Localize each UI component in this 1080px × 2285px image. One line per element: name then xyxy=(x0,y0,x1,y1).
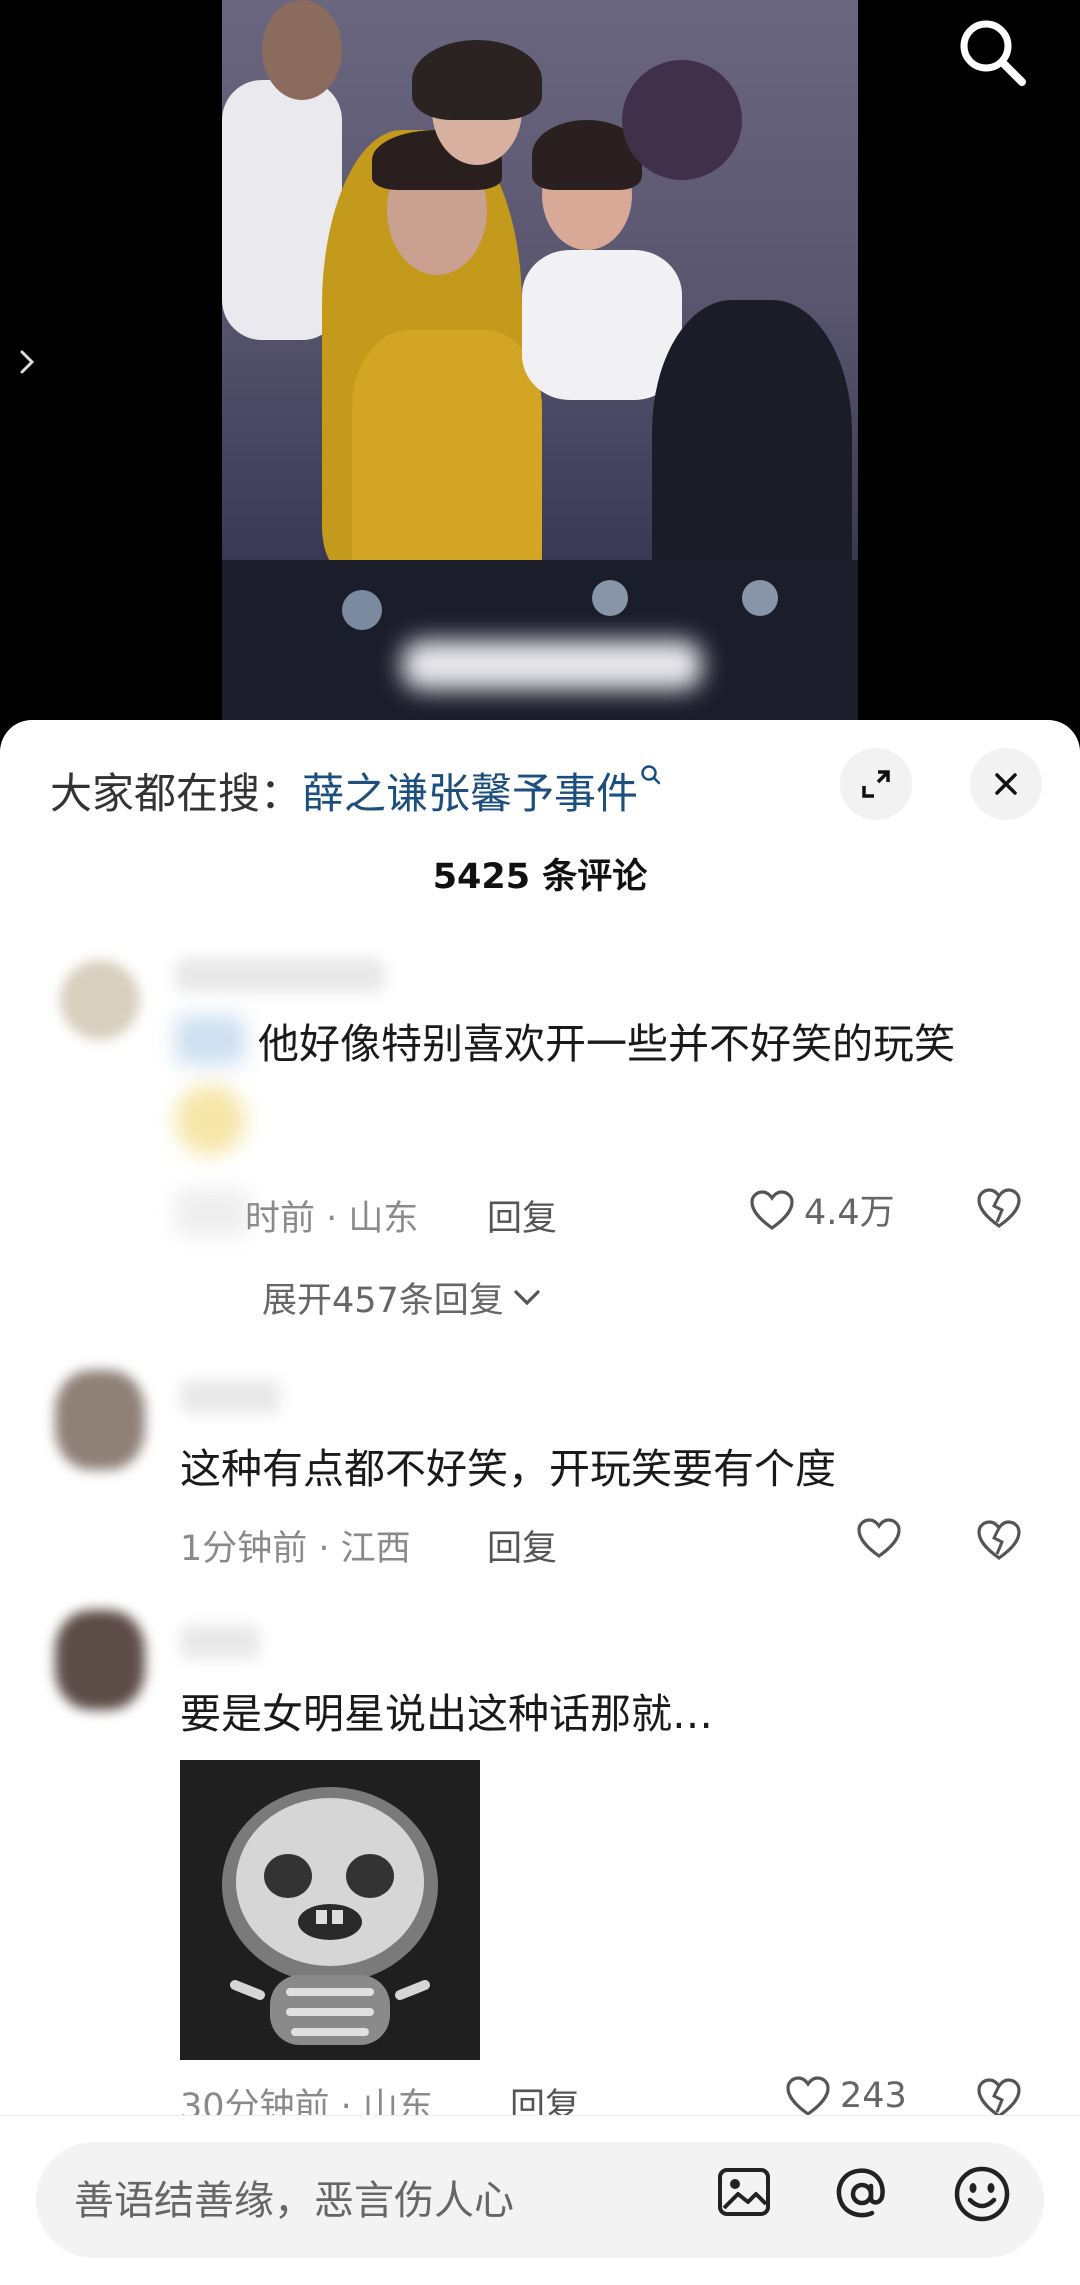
heart-icon xyxy=(857,1518,901,1558)
comment-text: 这种有点都不好笑，开玩笑要有个度 xyxy=(180,1445,836,1493)
avatar[interactable] xyxy=(55,1370,145,1470)
like-count: 4.4万 xyxy=(804,1193,895,1233)
close-icon xyxy=(995,773,1017,795)
video-player[interactable] xyxy=(0,0,1080,730)
comment-meta: 1分钟前 · 江西 xyxy=(180,1529,411,1569)
broken-heart-icon[interactable] xyxy=(975,1518,1023,1562)
heart-icon xyxy=(786,2076,830,2116)
hot-search-bar[interactable]: 大家都在搜：薛之谦张馨予事件 xyxy=(50,760,662,821)
broken-heart-icon[interactable] xyxy=(975,2076,1023,2120)
like-count: 243 xyxy=(840,2076,907,2116)
like-button[interactable]: 4.4万 xyxy=(748,1184,895,1235)
username[interactable] xyxy=(180,1380,280,1414)
badge xyxy=(175,1015,245,1065)
comment-meta: 时前 · 山东 xyxy=(245,1199,419,1239)
emoji-icon[interactable] xyxy=(952,2164,1012,2224)
emoji-sticker xyxy=(175,1085,245,1155)
like-button[interactable] xyxy=(855,1516,911,1560)
sticker-image[interactable] xyxy=(180,1760,480,2060)
username[interactable] xyxy=(175,958,385,992)
small-search-icon xyxy=(641,765,661,785)
expand-replies-label: 展开457条回复 xyxy=(262,1281,504,1321)
chevron-right-icon[interactable] xyxy=(18,344,38,380)
comment-text: 他好像特别喜欢开一些并不好笑的玩笑 xyxy=(258,1020,955,1068)
at-icon[interactable] xyxy=(832,2164,892,2224)
fullscreen-button[interactable] xyxy=(840,748,912,820)
search-icon[interactable] xyxy=(952,12,1032,92)
reply-button[interactable]: 回复 xyxy=(487,1520,557,1571)
expand-replies-button[interactable]: 展开457条回复 xyxy=(262,1272,542,1323)
skeleton-sticker-icon xyxy=(222,1787,438,2045)
comments-sheet: 大家都在搜：薛之谦张馨予事件 5425 条评论 他好像特别喜欢开一些并不好笑的玩… xyxy=(0,720,1080,2285)
like-button[interactable]: 243 xyxy=(784,2074,907,2118)
reply-button[interactable]: 回复 xyxy=(487,1190,557,1241)
comment-input-bar: 善语结善缘，恶言伤人心 xyxy=(0,2115,1080,2285)
video-frame xyxy=(222,0,858,730)
heart-icon xyxy=(750,1189,794,1230)
broken-heart-icon[interactable] xyxy=(975,1186,1023,1230)
hot-search-term[interactable]: 薛之谦张馨予事件 xyxy=(302,769,638,818)
image-icon[interactable] xyxy=(716,2164,772,2220)
avatar[interactable] xyxy=(55,1610,145,1710)
close-button[interactable] xyxy=(970,748,1042,820)
comment-text: 要是女明星说出这种话那就… xyxy=(180,1690,713,1738)
username[interactable] xyxy=(180,1625,260,1659)
blurred-time xyxy=(175,1190,250,1235)
avatar[interactable] xyxy=(60,960,140,1040)
comment-count: 5425 条评论 xyxy=(432,857,648,897)
comment-input-placeholder: 善语结善缘，恶言伤人心 xyxy=(74,2178,514,2224)
hot-search-prefix: 大家都在搜： xyxy=(50,769,303,818)
fullscreen-icon xyxy=(862,770,890,798)
chevron-down-icon xyxy=(514,1289,540,1305)
